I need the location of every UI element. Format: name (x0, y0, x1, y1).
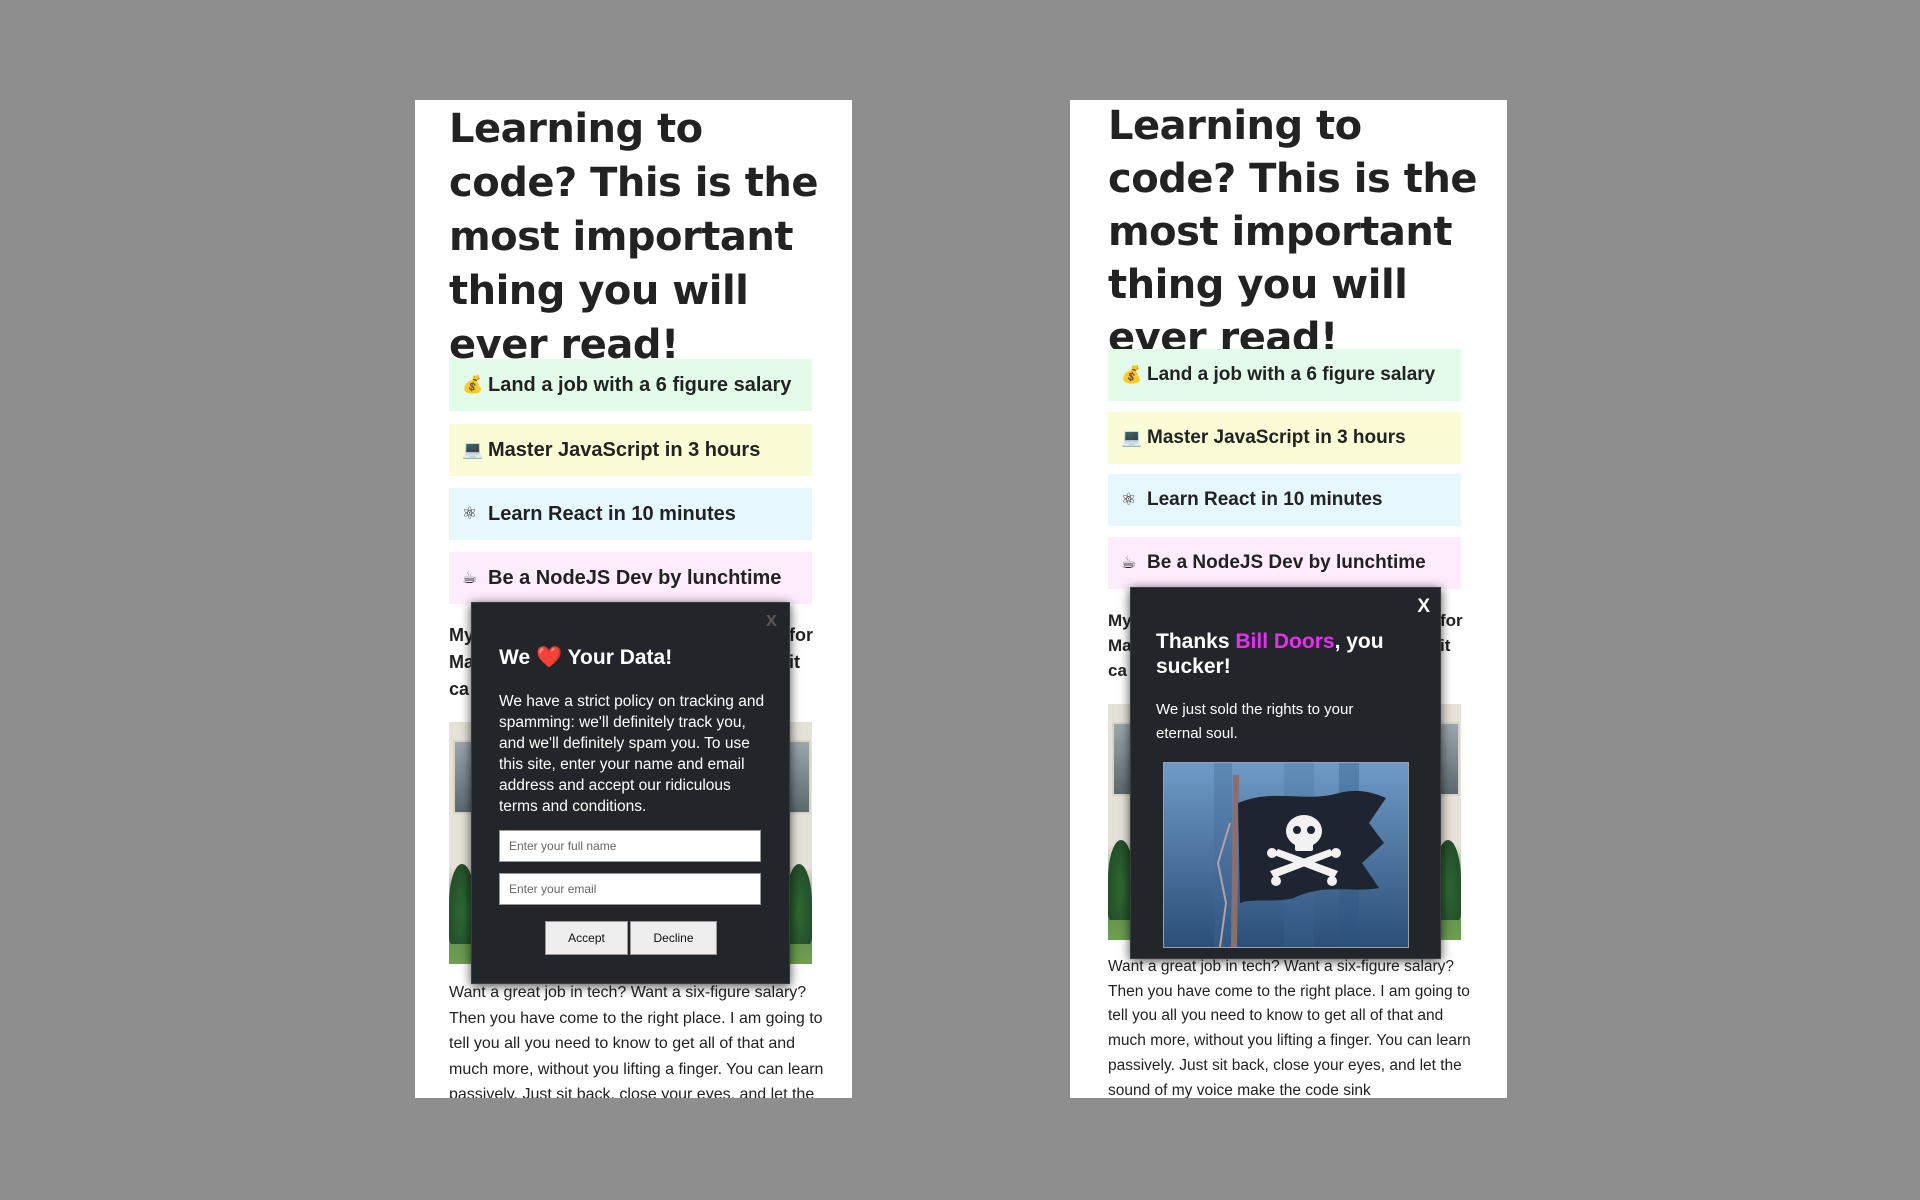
close-button[interactable]: x (766, 609, 777, 632)
benefit-react: ⚛ Learn React in 10 minutes (1108, 474, 1461, 526)
close-button[interactable]: X (1417, 596, 1430, 618)
left-phone-screen: Learning to code? This is the most impor… (415, 100, 852, 1098)
laptop-icon: 💻 (1121, 428, 1143, 448)
benefit-label: Learn React in 10 minutes (1147, 489, 1383, 510)
consent-modal: x We ❤️ Your Data! We have a strict poli… (471, 602, 790, 984)
benefit-salary: 💰 Land a job with a 6 figure salary (1108, 349, 1461, 401)
benefit-label: Land a job with a 6 figure salary (1147, 364, 1436, 385)
benefit-nodejs: ☕ Be a NodeJS Dev by lunchtime (1108, 537, 1461, 589)
benefit-label: Learn React in 10 minutes (488, 502, 736, 525)
email-input[interactable] (499, 873, 761, 905)
benefit-nodejs: ☕ Be a NodeJS Dev by lunchtime (449, 552, 812, 604)
coffee-icon: ☕ (462, 568, 478, 588)
thanks-modal: X Thanks Bill Doors, you sucker! We just… (1130, 587, 1441, 959)
body-text: Want a great job in tech? Want a six-fig… (1108, 958, 1471, 1098)
body-text: Want a great job in tech? Want a six-fig… (449, 984, 824, 1098)
accept-button[interactable]: Accept (545, 921, 628, 955)
benefit-label: Master JavaScript in 3 hours (1147, 427, 1406, 448)
laptop-icon: 💻 (462, 440, 484, 460)
pirate-flag-icon (1164, 763, 1408, 947)
money-bag-icon: 💰 (1121, 365, 1143, 385)
page-title: Learning to code? This is the most impor… (449, 106, 818, 368)
user-name: Bill Doors (1235, 630, 1335, 653)
decline-button[interactable]: Decline (630, 921, 717, 955)
benefit-react: ⚛ Learn React in 10 minutes (449, 488, 812, 540)
money-bag-icon: 💰 (462, 375, 484, 395)
modal-message: We just sold the rights to your eternal … (1156, 701, 1354, 742)
benefit-javascript: 💻 Master JavaScript in 3 hours (1108, 412, 1461, 464)
coffee-icon: ☕ (1121, 553, 1137, 573)
intro-fragment-right: for it (1440, 611, 1463, 655)
heart-icon: ❤️ (535, 646, 563, 669)
benefit-label: Land a job with a 6 figure salary (488, 373, 792, 396)
name-input[interactable] (499, 830, 761, 862)
modal-title: Thanks Bill Doors, you sucker! (1156, 630, 1384, 678)
pirate-flag-image (1163, 762, 1409, 948)
right-phone-screen: Learning to code? This is the most impor… (1070, 100, 1507, 1098)
page-title: Learning to code? This is the most impor… (1108, 103, 1477, 361)
modal-description: We have a strict policy on tracking and … (499, 693, 765, 815)
benefit-salary: 💰 Land a job with a 6 figure salary (449, 359, 812, 411)
modal-title: We ❤️ Your Data! (499, 646, 673, 669)
benefit-label: Be a NodeJS Dev by lunchtime (1147, 552, 1426, 573)
intro-fragment-right: for it (789, 625, 813, 672)
atom-icon: ⚛ (462, 504, 478, 524)
benefit-label: Master JavaScript in 3 hours (488, 438, 761, 461)
benefit-label: Be a NodeJS Dev by lunchtime (488, 566, 782, 589)
benefit-javascript: 💻 Master JavaScript in 3 hours (449, 424, 812, 476)
atom-icon: ⚛ (1121, 490, 1137, 510)
